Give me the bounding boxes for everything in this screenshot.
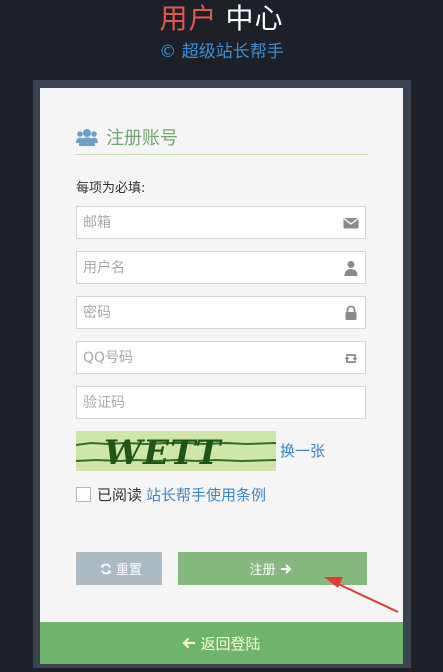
annotation-arrow-icon bbox=[324, 577, 399, 613]
